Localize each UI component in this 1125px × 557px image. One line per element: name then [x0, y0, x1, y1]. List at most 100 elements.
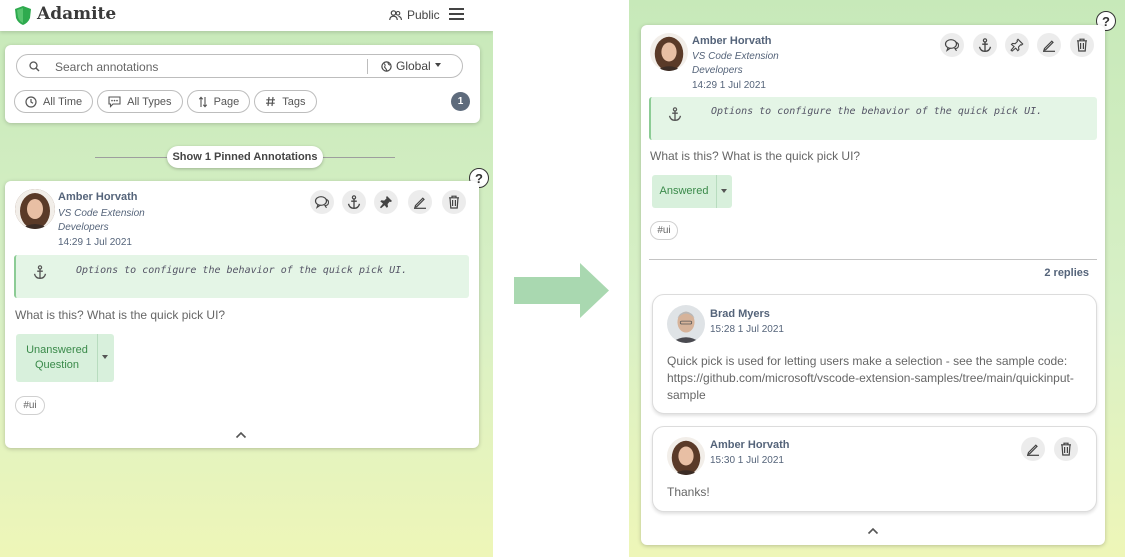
tag-chip[interactable]: #ui: [15, 396, 45, 415]
divider-line: [95, 157, 167, 158]
anchor-snippet[interactable]: Options to configure the behavior of the…: [14, 255, 469, 298]
chevron-up-icon[interactable]: [235, 431, 247, 439]
annotation-timestamp: 14:29 1 Jul 2021: [58, 237, 132, 248]
sidebar-collapsed-view: Adamite Public G: [0, 0, 493, 557]
visibility-toggle[interactable]: Public: [389, 8, 440, 22]
clock-icon: [25, 95, 37, 108]
avatar: [650, 33, 688, 71]
anchor-icon: [347, 194, 361, 209]
chevron-down-icon[interactable]: [102, 355, 108, 359]
search-input[interactable]: [55, 58, 355, 75]
anchor-icon: [33, 265, 47, 279]
filter-types-label: All Types: [127, 95, 172, 108]
scope-dropdown[interactable]: Global: [381, 59, 441, 73]
shield-logo-icon: [15, 6, 31, 25]
expanded-thread-view: ? Amber Horvath VS Code Extension Develo…: [629, 0, 1125, 557]
result-count-badge: 1: [451, 92, 470, 111]
anchor-button[interactable]: [973, 33, 997, 57]
status-dropdown[interactable]: Unanswered Question: [16, 334, 114, 382]
avatar: [667, 437, 705, 475]
search-panel: Global All Time All Types: [5, 45, 480, 123]
sort-icon: [198, 95, 207, 108]
globe-icon: [381, 60, 392, 72]
scope-label: Global: [396, 59, 431, 73]
filter-types[interactable]: All Types: [97, 90, 183, 113]
anchor-text: Options to configure the behavior of the…: [76, 265, 408, 276]
status-separator: [97, 334, 98, 382]
avatar-amber-icon: [650, 33, 688, 71]
author-group: VS Code Extension: [692, 51, 779, 62]
edit-button[interactable]: [1021, 437, 1045, 461]
reply-timestamp: 15:28 1 Jul 2021: [710, 324, 784, 335]
hamburger-menu-icon[interactable]: [449, 8, 464, 20]
app-header: Adamite Public: [0, 0, 493, 31]
hash-icon: [266, 96, 276, 107]
status-label-line: Unanswered: [26, 344, 88, 356]
edit-icon: [414, 197, 426, 209]
divider-line: [323, 157, 395, 158]
anchor-icon: [668, 107, 682, 121]
reply-author: Brad Myers: [710, 308, 770, 320]
delete-button[interactable]: [1054, 437, 1078, 461]
reply-link[interactable]: https://github.com/microsoft/vscode-exte…: [667, 370, 1074, 387]
author-name: Amber Horvath: [692, 35, 772, 47]
pin-icon: [380, 196, 392, 209]
reply-card: Amber Horvath 15:30 1 Jul 2021 Thanks!: [652, 426, 1097, 512]
delete-button[interactable]: [442, 190, 466, 214]
search-divider: [367, 59, 368, 74]
pin-outline-icon: [1010, 38, 1024, 52]
trash-icon: [1077, 38, 1087, 52]
status-label-line: Question: [34, 359, 80, 371]
filter-tags[interactable]: Tags: [254, 90, 317, 113]
anchor-button[interactable]: [342, 190, 366, 214]
reply-button[interactable]: [940, 33, 964, 57]
edit-icon: [1027, 444, 1039, 456]
thread-divider: [649, 259, 1097, 260]
status-dropdown[interactable]: Answered: [652, 175, 732, 208]
status-label: Unanswered Question: [16, 343, 98, 373]
filter-time[interactable]: All Time: [14, 90, 94, 113]
avatar: [15, 189, 55, 229]
search-bar: Global: [16, 54, 463, 78]
reply-link[interactable]: sample: [667, 387, 706, 404]
delete-button[interactable]: [1070, 33, 1094, 57]
search-icon: [29, 61, 40, 72]
annotation-card: Amber Horvath VS Code Extension Develope…: [5, 181, 479, 448]
avatar-amber-icon: [667, 437, 705, 475]
annotation-content: What is this? What is the quick pick UI?: [650, 149, 861, 163]
anchor-snippet[interactable]: Options to configure the behavior of the…: [649, 97, 1097, 140]
reply-button[interactable]: [310, 190, 334, 214]
reply-text: Thanks!: [667, 485, 710, 499]
visibility-label: Public: [407, 8, 440, 22]
reply-icon: [944, 39, 960, 52]
chevron-down-icon[interactable]: [721, 189, 727, 193]
status-separator: [716, 175, 717, 208]
avatar-amber-icon: [15, 189, 55, 229]
author-group: Developers: [58, 222, 109, 233]
chevron-down-icon: [434, 63, 441, 67]
author-group: Developers: [692, 65, 743, 76]
pin-button[interactable]: [374, 190, 398, 214]
trash-icon: [1061, 442, 1071, 456]
reply-timestamp: 15:30 1 Jul 2021: [710, 455, 784, 466]
filter-page[interactable]: Page: [186, 90, 251, 113]
annotation-timestamp: 14:29 1 Jul 2021: [692, 80, 766, 91]
anchor-text: Options to configure the behavior of the…: [711, 106, 1043, 117]
annotation-content: What is this? What is the quick pick UI?: [15, 308, 226, 322]
pin-button[interactable]: [1005, 33, 1029, 57]
app-title: Adamite: [37, 4, 117, 24]
comment-dots-icon: [108, 95, 121, 108]
annotation-card: Amber Horvath VS Code Extension Develope…: [641, 25, 1105, 545]
show-pinned-button[interactable]: Show 1 Pinned Annotations: [167, 146, 323, 168]
edit-icon: [1043, 40, 1055, 52]
edit-button[interactable]: [408, 190, 432, 214]
tag-chip[interactable]: #ui: [650, 221, 678, 240]
avatar: [667, 305, 705, 343]
trash-icon: [449, 195, 459, 209]
chevron-up-icon[interactable]: [867, 527, 879, 535]
edit-button[interactable]: [1037, 33, 1061, 57]
reply-icon: [314, 196, 330, 209]
filter-page-label: Page: [213, 95, 240, 108]
users-icon: [389, 9, 402, 20]
reply-text: Quick pick is used for letting users mak…: [667, 354, 1068, 368]
